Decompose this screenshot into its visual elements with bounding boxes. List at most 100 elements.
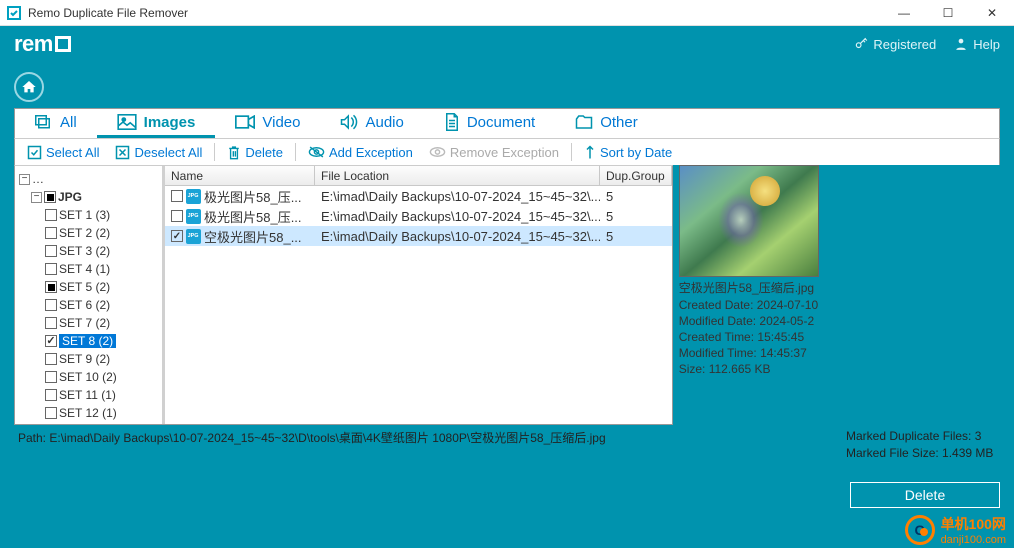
row-location: E:\imad\Daily Backups\10-07-2024_15~45~3… <box>315 189 600 204</box>
tree-checkbox[interactable] <box>45 389 57 401</box>
tree-set-node[interactable]: SET 9 (2) <box>17 350 160 368</box>
tree-group-node[interactable]: − JPG <box>17 188 160 206</box>
tree-checkbox[interactable] <box>45 263 57 275</box>
tab-images[interactable]: Images <box>97 109 216 138</box>
folder-tree[interactable]: − … − JPG SET 1 (3) SET 2 (2) SET 3 (2) SET… <box>15 166 165 424</box>
preview-created-date: Created Date: 2024-07-10 <box>679 298 819 312</box>
tree-set-node[interactable]: SET 3 (2) <box>17 242 160 260</box>
row-group: 5 <box>600 209 672 224</box>
watermark-icon: C <box>905 515 935 545</box>
separator <box>571 143 572 161</box>
sort-by-date-button[interactable]: Sort by Date <box>578 143 678 162</box>
tab-document[interactable]: Document <box>424 109 555 138</box>
tree-set-label: SET 7 (2) <box>59 316 110 330</box>
row-filename: 空极光图片58_... <box>204 227 302 246</box>
tree-set-node[interactable]: SET 7 (2) <box>17 314 160 332</box>
tree-set-label: SET 1 (3) <box>59 208 110 222</box>
tree-set-node[interactable]: SET 11 (1) <box>17 386 160 404</box>
column-location[interactable]: File Location <box>315 166 600 185</box>
preview-created-time: Created Time: 15:45:45 <box>679 330 819 344</box>
tree-checkbox[interactable] <box>45 299 57 311</box>
tree-set-node[interactable]: SET 8 (2) <box>17 332 160 350</box>
preview-modified-date: Modified Date: 2024-05-2 <box>679 314 819 328</box>
marked-size: Marked File Size: 1.439 MB <box>846 446 996 460</box>
tree-set-node[interactable]: SET 5 (2) <box>17 278 160 296</box>
tree-checkbox[interactable] <box>45 371 57 383</box>
tree-checkbox[interactable] <box>45 227 57 239</box>
tree-set-label: SET 4 (1) <box>59 262 110 276</box>
category-tabs: All Images Video Audio Document Other <box>14 108 1000 138</box>
tree-set-label: SET 12 (1) <box>59 406 117 420</box>
registered-link[interactable]: Registered <box>854 37 936 52</box>
table-row[interactable]: 极光图片58_压...E:\imad\Daily Backups\10-07-2… <box>165 206 672 226</box>
tree-set-label: SET 8 (2) <box>59 334 116 348</box>
tree-set-label: SET 2 (2) <box>59 226 110 240</box>
tree-checkbox[interactable] <box>45 281 57 293</box>
row-filename: 极光图片58_压... <box>204 187 302 206</box>
row-checkbox[interactable] <box>171 210 183 222</box>
row-checkbox[interactable] <box>171 190 183 202</box>
preview-filename: 空极光图片58_压缩后.jpg <box>679 279 819 296</box>
select-all-button[interactable]: Select All <box>21 143 105 162</box>
brandbar: rem Registered Help <box>0 26 1014 62</box>
row-location: E:\imad\Daily Backups\10-07-2024_15~45~3… <box>315 229 600 244</box>
tree-set-node[interactable]: SET 10 (2) <box>17 368 160 386</box>
tree-set-node[interactable]: SET 2 (2) <box>17 224 160 242</box>
tree-toggle-icon[interactable]: − <box>19 174 30 185</box>
tree-set-node[interactable]: SET 1 (3) <box>17 206 160 224</box>
separator <box>214 143 215 161</box>
preview-modified-time: Modified Time: 14:45:37 <box>679 346 819 360</box>
tree-set-label: SET 3 (2) <box>59 244 110 258</box>
tree-root-node[interactable]: − … <box>17 170 160 188</box>
table-row[interactable]: 极光图片58_压... E:\imad\Daily Backups\10-07-2… <box>165 186 672 206</box>
tree-set-label: SET 9 (2) <box>59 352 110 366</box>
statusbar: Path: E:\imad\Daily Backups\10-07-2024_1… <box>14 427 1000 462</box>
tree-toggle-icon[interactable]: − <box>31 192 42 203</box>
tab-other[interactable]: Other <box>555 109 658 138</box>
delete-main-button[interactable]: Delete <box>850 482 1000 508</box>
file-list: Name File Location Dup.Group 极光图片58_压...… <box>165 166 672 424</box>
row-group: 5 <box>600 229 672 244</box>
main-content: − … − JPG SET 1 (3) SET 2 (2) SET 3 (2) SET… <box>14 165 673 425</box>
app-icon <box>6 5 22 21</box>
maximize-button[interactable]: ☐ <box>926 0 970 26</box>
tree-checkbox[interactable] <box>45 335 57 347</box>
tree-set-label: SET 11 (1) <box>59 388 116 402</box>
tree-checkbox[interactable] <box>45 353 57 365</box>
tree-set-node[interactable]: SET 12 (1) <box>17 404 160 422</box>
add-exception-button[interactable]: Add Exception <box>302 143 419 162</box>
row-location: E:\imad\Daily Backups\10-07-2024_15~45~3… <box>315 209 600 224</box>
table-row[interactable]: 空极光图片58_... E:\imad\Daily Backups\10-07-2… <box>165 226 672 246</box>
tree-set-label: SET 6 (2) <box>59 298 110 312</box>
tab-all[interactable]: All <box>15 109 97 138</box>
jpg-file-icon <box>186 229 201 244</box>
help-link[interactable]: Help <box>954 37 1000 52</box>
logo: rem <box>14 31 71 57</box>
tree-set-label: SET 10 (2) <box>59 370 117 384</box>
tree-checkbox[interactable] <box>45 209 57 221</box>
tree-set-node[interactable]: SET 6 (2) <box>17 296 160 314</box>
column-group[interactable]: Dup.Group <box>600 166 672 185</box>
column-name[interactable]: Name <box>165 166 315 185</box>
row-group: 5 <box>600 189 672 204</box>
tab-audio[interactable]: Audio <box>320 109 423 138</box>
deselect-all-button[interactable]: Deselect All <box>109 143 208 162</box>
tree-group-node[interactable]: + PNG <box>17 422 160 424</box>
tree-checkbox[interactable] <box>45 245 57 257</box>
jpg-file-icon <box>186 189 201 204</box>
preview-size: Size: 112.665 KB <box>679 362 819 376</box>
tree-set-label: SET 5 (2) <box>59 280 110 294</box>
row-checkbox[interactable] <box>171 230 183 242</box>
separator <box>295 143 296 161</box>
home-button[interactable] <box>14 72 44 102</box>
tree-checkbox[interactable] <box>44 191 56 203</box>
remove-exception-button: Remove Exception <box>423 143 565 162</box>
tree-checkbox[interactable] <box>45 317 57 329</box>
tab-video[interactable]: Video <box>215 109 320 138</box>
minimize-button[interactable]: — <box>882 0 926 26</box>
tree-set-node[interactable]: SET 4 (1) <box>17 260 160 278</box>
delete-button[interactable]: Delete <box>221 143 289 162</box>
marked-files: Marked Duplicate Files: 3 <box>846 429 996 446</box>
tree-checkbox[interactable] <box>45 407 57 419</box>
close-button[interactable]: ✕ <box>970 0 1014 26</box>
